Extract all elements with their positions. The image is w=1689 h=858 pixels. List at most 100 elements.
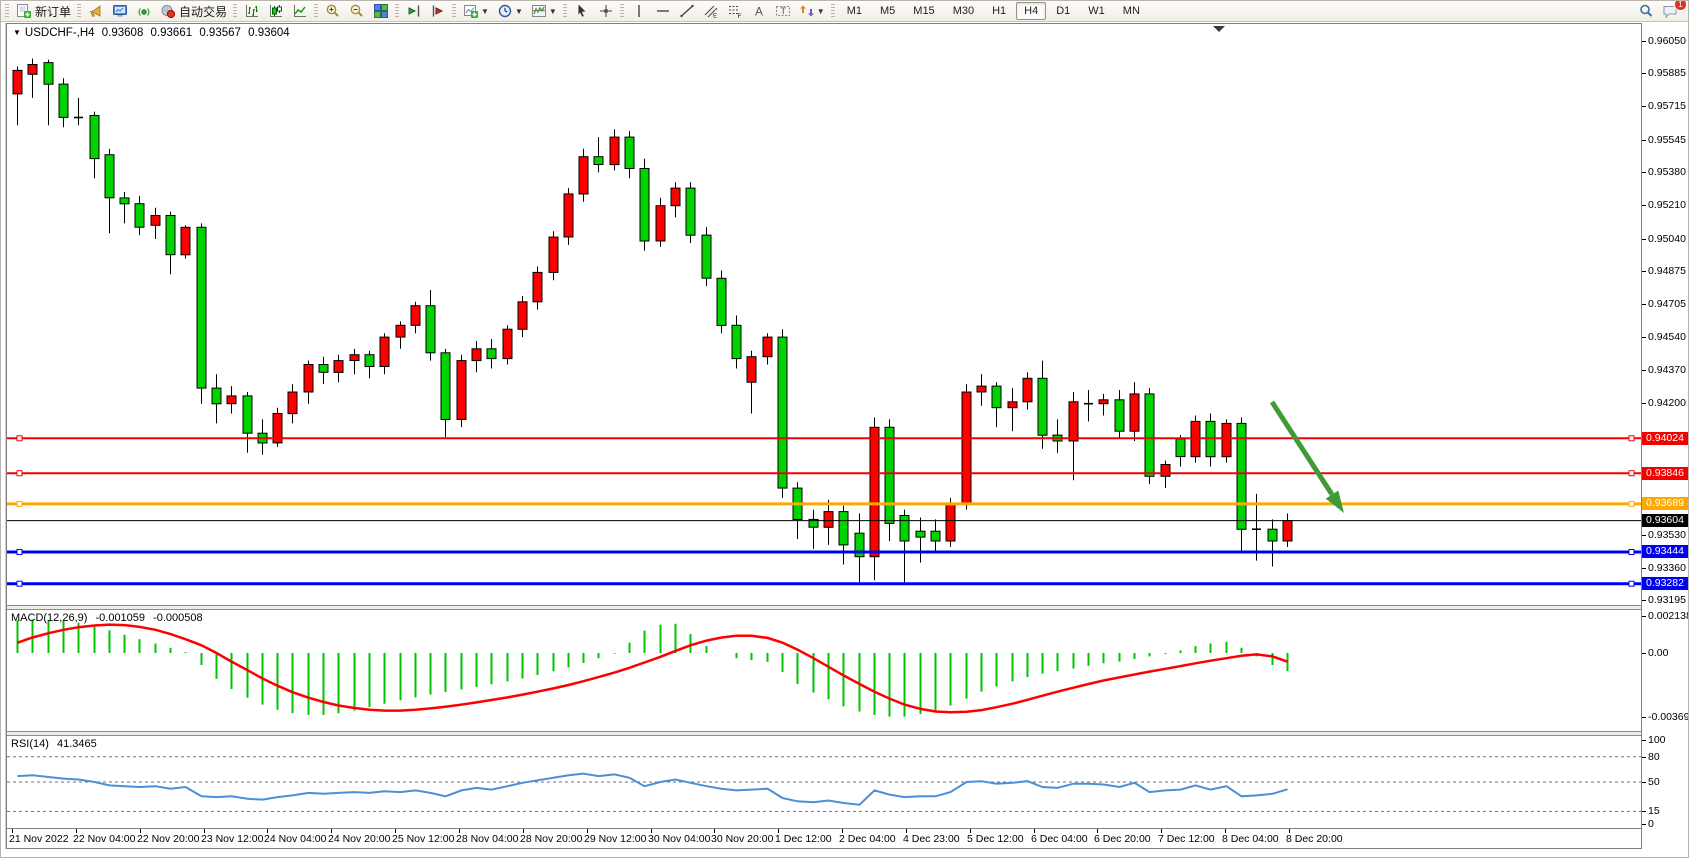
text-button[interactable]: A [747, 1, 771, 22]
indicators-button[interactable]: ▼ [527, 1, 561, 22]
cursor-icon [574, 3, 590, 19]
timeframe-mn-button[interactable]: MN [1115, 2, 1148, 20]
text-label-button[interactable]: T [771, 1, 795, 22]
new-chart-button[interactable]: ▼ [459, 1, 493, 22]
candle-chart-button[interactable] [264, 1, 288, 22]
timeframe-d1-button[interactable]: D1 [1048, 2, 1078, 20]
time-axis-label: 2 Dec 04:00 [839, 833, 896, 845]
navigator-button[interactable] [132, 1, 156, 22]
time-axis-label: 22 Nov 04:00 [73, 833, 135, 845]
svg-text:F: F [737, 13, 741, 19]
timeframe-m1-button[interactable]: M1 [839, 2, 870, 20]
clock-icon [497, 3, 513, 19]
cursor-button[interactable] [570, 1, 594, 22]
period-button[interactable]: ▼ [493, 1, 527, 22]
rsi-pane[interactable]: RSI(14) 41.3465 [7, 736, 1641, 828]
high-value: 0.93661 [151, 27, 193, 39]
price-axis-label: 0.93195 [1648, 594, 1686, 606]
timeframe-h4-button[interactable]: H4 [1016, 2, 1046, 20]
timeframe-w1-button[interactable]: W1 [1080, 2, 1113, 20]
macd-name: MACD(12,26,9) [11, 612, 87, 624]
chart-window[interactable]: ▼USDCHF-,H4 0.93608 0.93661 0.93567 0.93… [6, 23, 1642, 849]
chevron-down-icon[interactable]: ▼ [549, 7, 557, 16]
line-chart-button[interactable] [288, 1, 312, 22]
scroll-group [402, 1, 450, 21]
collapse-triangle-icon[interactable]: ▼ [13, 28, 21, 37]
crosshair-button[interactable] [594, 1, 618, 22]
rsi-axis-label: 50 [1648, 776, 1660, 788]
price-axis-label: 0.95380 [1648, 166, 1686, 178]
price-axis[interactable]: 0.960500.958850.957150.955450.953800.952… [1642, 23, 1689, 849]
svg-text:T: T [780, 6, 786, 16]
arrows-button[interactable]: ▼ [795, 1, 829, 22]
new-order-button[interactable]: 新订单 [12, 1, 75, 22]
toolbar-grip[interactable] [452, 4, 456, 18]
notification-badge: 1 [1674, 0, 1687, 11]
toolbar-grip[interactable] [77, 4, 81, 18]
price-axis-label: 0.93360 [1648, 562, 1686, 574]
time-axis[interactable]: 21 Nov 202222 Nov 04:0022 Nov 20:0023 No… [7, 828, 1641, 848]
timeframe-m30-button[interactable]: M30 [945, 2, 982, 20]
trendline-button[interactable] [675, 1, 699, 22]
data-window-button[interactable] [108, 1, 132, 22]
price-axis-label: 0.95885 [1648, 67, 1686, 79]
toolbar-grip[interactable] [5, 4, 9, 18]
price-axis-label: 0.94540 [1648, 331, 1686, 343]
chevron-down-icon[interactable]: ▼ [817, 7, 825, 16]
macd-chart[interactable] [7, 610, 1641, 731]
zoom-out-button[interactable] [345, 1, 369, 22]
time-axis-label: 1 Dec 12:00 [775, 833, 832, 845]
zoom-in-button[interactable] [321, 1, 345, 22]
bar-chart-button[interactable] [240, 1, 264, 22]
tile-windows-icon [373, 3, 389, 19]
price-axis-label: 0.95040 [1648, 233, 1686, 245]
toolbar-right: 1 [1634, 1, 1682, 22]
toolbar-grip[interactable] [233, 4, 237, 18]
zoom-out-icon [349, 3, 365, 19]
toolbar-grip[interactable] [831, 4, 835, 18]
bar-chart-icon [244, 3, 260, 19]
vertical-line-button[interactable] [627, 1, 651, 22]
time-axis-label: 28 Nov 20:00 [520, 833, 582, 845]
auto-scroll-button[interactable] [402, 1, 426, 22]
rsi-value: 41.3465 [57, 738, 97, 750]
chat-button[interactable]: 1 [1658, 1, 1682, 22]
timeframe-h1-button[interactable]: H1 [984, 2, 1014, 20]
chevron-down-icon[interactable]: ▼ [515, 7, 523, 16]
timeframe-m5-button[interactable]: M5 [872, 2, 903, 20]
svg-text:E: E [713, 14, 717, 20]
tile-windows-button[interactable] [369, 1, 393, 22]
price-pane[interactable]: ▼USDCHF-,H4 0.93608 0.93661 0.93567 0.93… [7, 24, 1641, 605]
market-watch-button[interactable] [84, 1, 108, 22]
rsi-chart[interactable] [7, 736, 1641, 828]
time-axis-label: 29 Nov 12:00 [584, 833, 646, 845]
price-axis-label: 0.95545 [1648, 134, 1686, 146]
macd-label: MACD(12,26,9) -0.001059 -0.000508 [11, 612, 208, 624]
timeframe-m15-button[interactable]: M15 [905, 2, 942, 20]
time-axis-label: 6 Dec 04:00 [1031, 833, 1088, 845]
signal-icon [136, 3, 152, 19]
toolbar-grip[interactable] [395, 4, 399, 18]
draw-group: E FAT ▼ [627, 1, 829, 21]
candlestick-chart[interactable] [7, 24, 1641, 605]
fibonacci-button[interactable]: F [723, 1, 747, 22]
toolbar-grip[interactable] [563, 4, 567, 18]
megaphone-icon [88, 3, 104, 19]
toolbar-grip[interactable] [314, 4, 318, 18]
chart-shift-button[interactable] [426, 1, 450, 22]
channel-button[interactable]: E [699, 1, 723, 22]
time-axis-label: 22 Nov 20:00 [137, 833, 199, 845]
macd-pane[interactable]: MACD(12,26,9) -0.001059 -0.000508 [7, 610, 1641, 731]
mt4-window: 新订单 自动交易 ▼ ▼ ▼ E FAT ▼ M1M5M15M30H1H4D1W1MN 1 ▼US… [0, 0, 1689, 858]
macd-axis-label: 0.002138 [1648, 610, 1689, 622]
main-toolbar: 新订单 自动交易 ▼ ▼ ▼ E FAT ▼ M1M5M15M30H1H4D1W1MN 1 [1, 1, 1689, 22]
autotrade-button[interactable]: 自动交易 [156, 1, 231, 22]
toolbar-grip[interactable] [620, 4, 624, 18]
horizontal-line-button[interactable] [651, 1, 675, 22]
trendline-icon [679, 3, 695, 19]
price-axis-label: 0.94875 [1648, 265, 1686, 277]
price-axis-label: 0.96050 [1648, 35, 1686, 47]
chevron-down-icon[interactable]: ▼ [481, 7, 489, 16]
time-axis-label: 21 Nov 2022 [9, 833, 69, 845]
search-button[interactable] [1634, 1, 1658, 22]
